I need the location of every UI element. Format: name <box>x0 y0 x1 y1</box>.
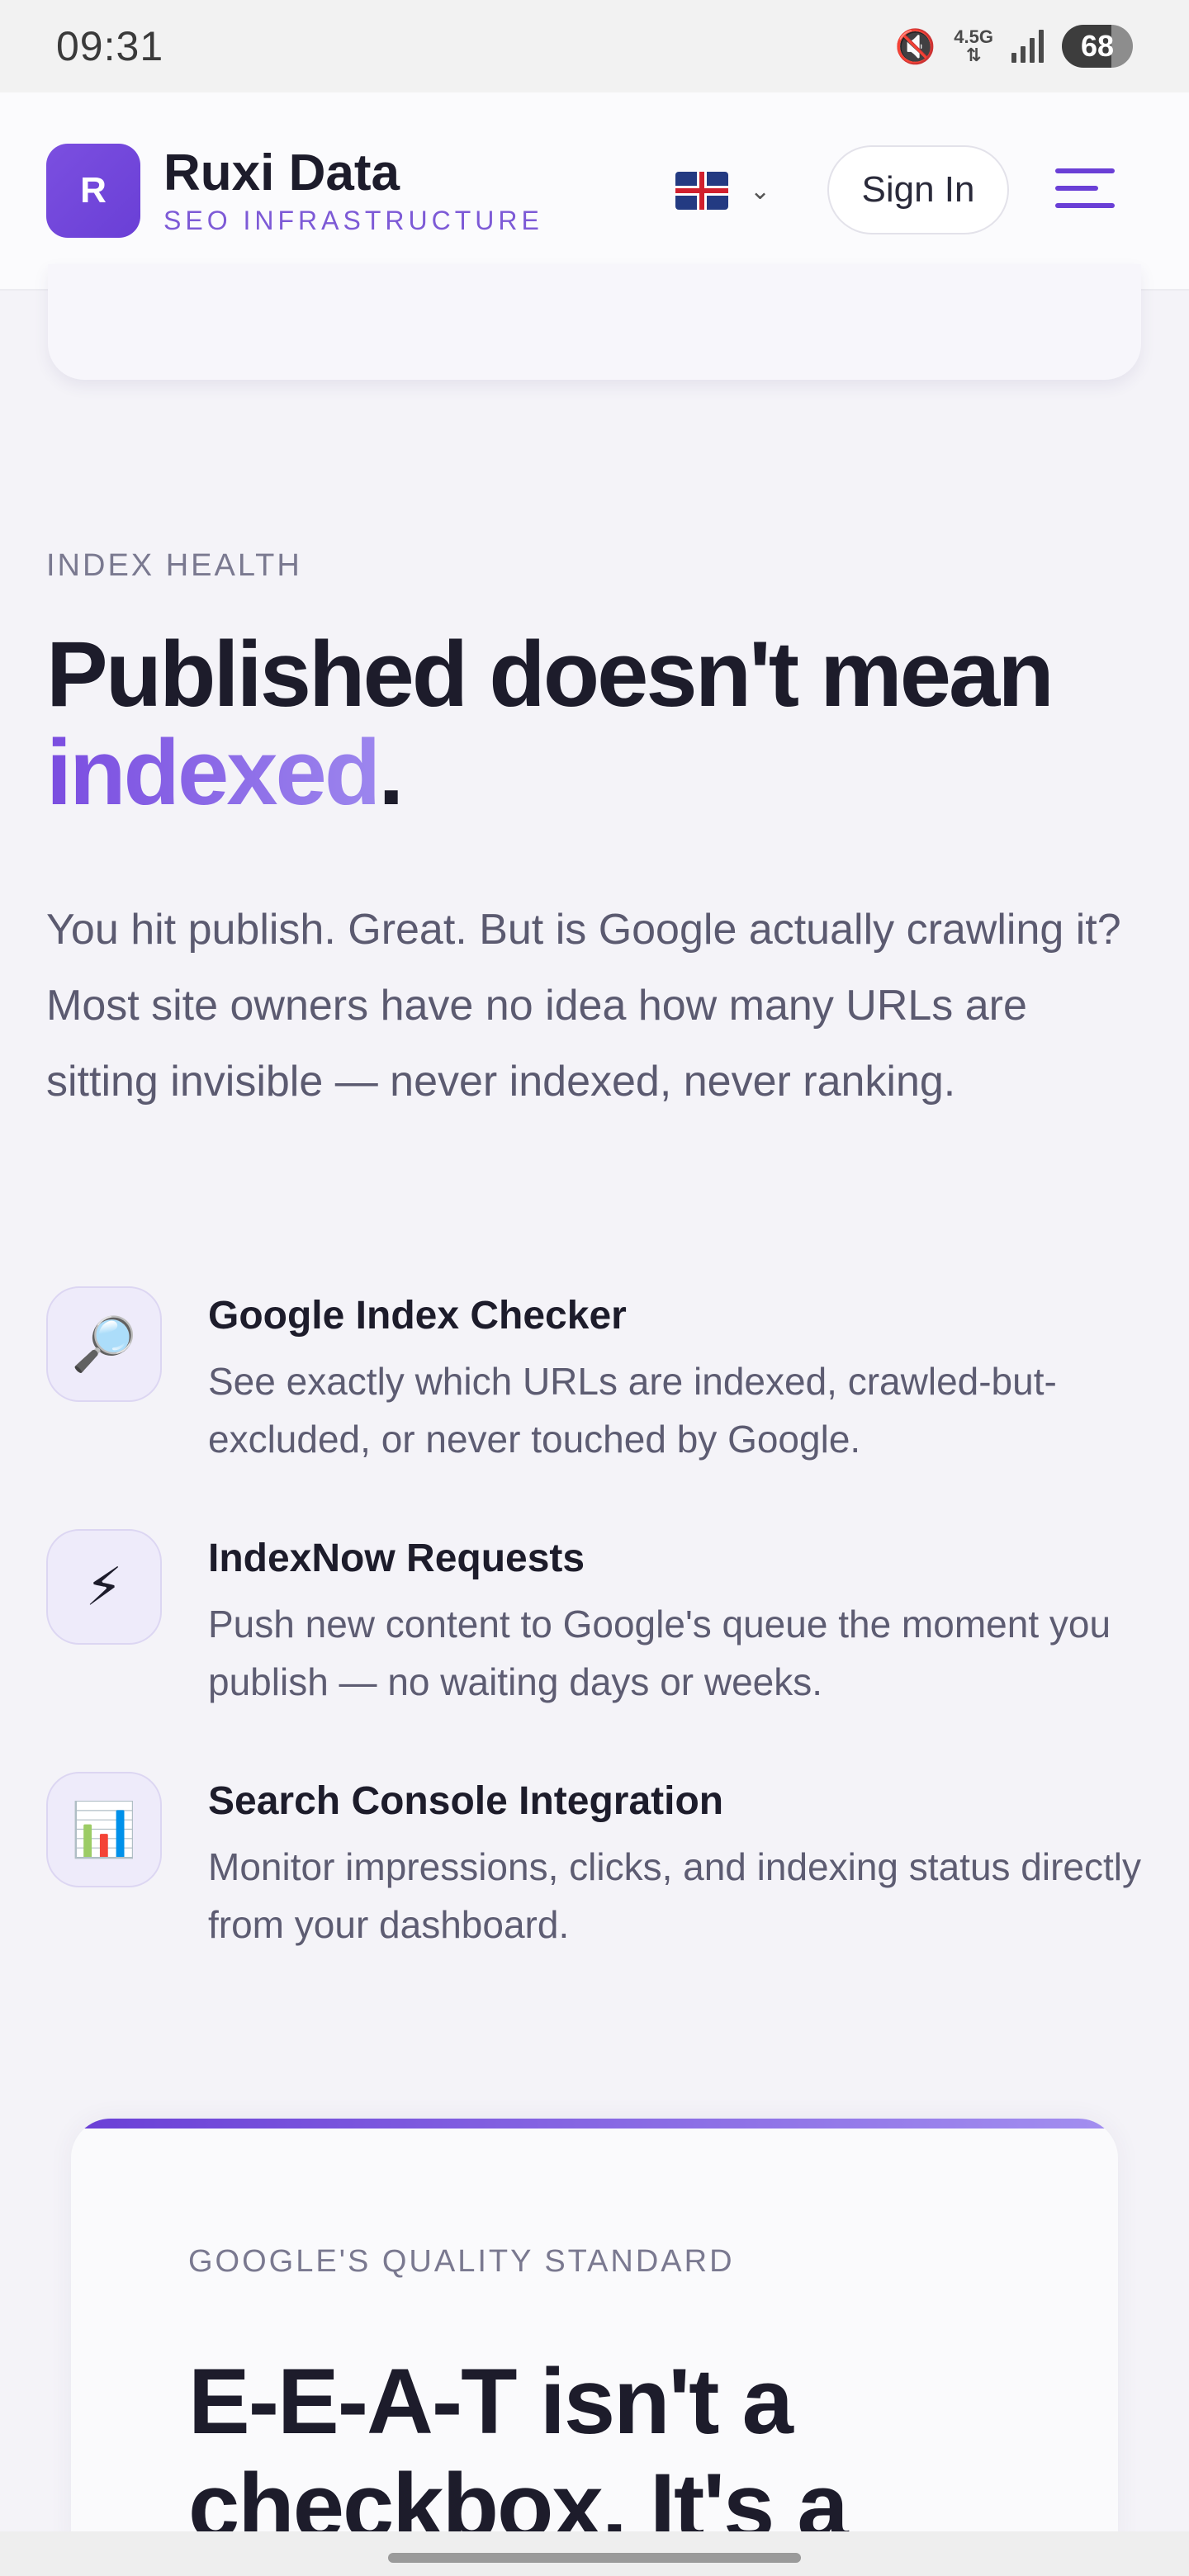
chevron-down-icon: ⌄ <box>750 177 771 205</box>
menu-icon[interactable] <box>1055 168 1115 213</box>
feature-title: Search Console Integration <box>208 1779 724 1823</box>
status-icons: 🔇 4.5G ⇅ 68 <box>894 25 1133 68</box>
site-header: R Ruxi Data SEO INFRASTRUCTURE ⌄ Sign In <box>0 92 1189 291</box>
previous-card <box>48 264 1141 380</box>
home-indicator[interactable] <box>388 2553 801 2563</box>
eeat-eyebrow: GOOGLE'S QUALITY STANDARD <box>188 2244 735 2279</box>
headline-text: Published doesn't mean <box>46 623 1054 726</box>
language-selector[interactable]: ⌄ <box>675 172 770 210</box>
eeat-card: GOOGLE'S QUALITY STANDARD E-E-A-T isn't … <box>71 2119 1118 2548</box>
headline-period: . <box>378 720 404 824</box>
lightning-icon: ⚡ <box>46 1529 162 1645</box>
feature-title: IndexNow Requests <box>208 1537 585 1580</box>
battery-icon: 68 <box>1062 25 1133 68</box>
magnifier-icon: 🔎 <box>46 1286 162 1402</box>
brand-tagline: SEO INFRASTRUCTURE <box>163 205 543 235</box>
brand[interactable]: Ruxi Data SEO INFRASTRUCTURE <box>163 145 543 235</box>
feature-description: Monitor impressions, clicks, and indexin… <box>208 1845 1142 1946</box>
sign-in-button[interactable]: Sign In <box>827 145 1009 234</box>
bar-chart-icon: 📊 <box>46 1772 162 1887</box>
signal-icon <box>1011 30 1044 63</box>
headline-accent: indexed <box>46 720 381 824</box>
card-accent-bar <box>71 2119 1118 2129</box>
eeat-headline: E-E-A-T isn't a checkbox. It's a <box>188 2350 849 2548</box>
status-bar: 09:31 🔇 4.5G ⇅ 68 <box>0 0 1189 92</box>
section-eyebrow: INDEX HEALTH <box>46 548 302 583</box>
feature-description: Push new content to Google's queue the m… <box>208 1603 1111 1703</box>
gesture-nav-bar <box>0 2531 1189 2576</box>
uk-flag-icon <box>675 172 728 210</box>
feature-title: Google Index Checker <box>208 1294 627 1338</box>
brand-name: Ruxi Data <box>163 144 400 202</box>
network-icon: 4.5G ⇅ <box>954 26 993 65</box>
status-time: 09:31 <box>56 23 164 69</box>
section-lead: You hit publish. Great. But is Google ac… <box>46 906 1121 1106</box>
section-headline: Published doesn't mean indexed. <box>46 623 1153 824</box>
mute-icon: 🔇 <box>894 28 936 65</box>
feature-description: See exactly which URLs are indexed, craw… <box>208 1360 1057 1461</box>
logo-mark[interactable]: R <box>46 144 140 238</box>
